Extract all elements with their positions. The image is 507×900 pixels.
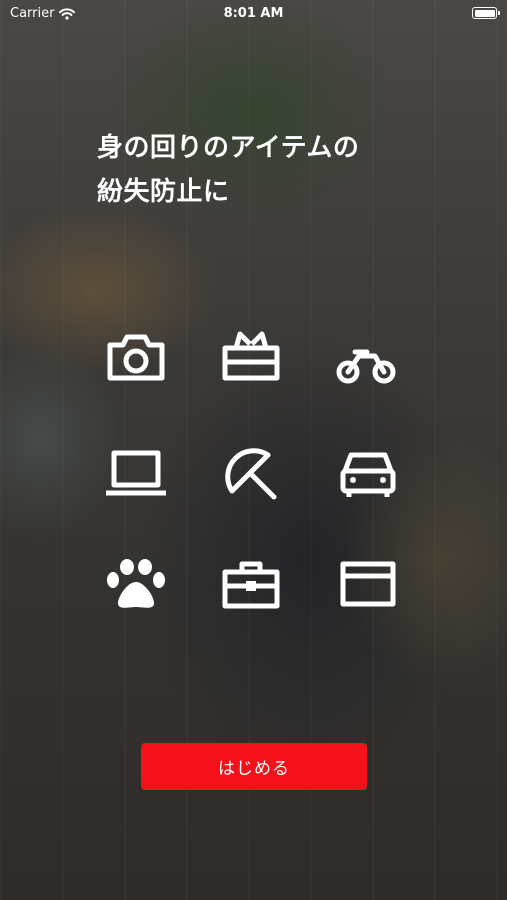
battery-icon xyxy=(472,7,500,19)
car-icon xyxy=(337,447,399,501)
headline-line-2: 紛失防止に xyxy=(97,177,230,207)
status-bar: Carrier 8:01 AM xyxy=(0,0,507,28)
briefcase-icon xyxy=(220,558,282,612)
camera-icon xyxy=(105,330,167,384)
paw-icon xyxy=(105,558,167,612)
laptop-icon xyxy=(105,447,167,501)
card-icon xyxy=(337,558,399,612)
gift-icon xyxy=(220,330,282,384)
umbrella-icon xyxy=(222,447,284,501)
start-button[interactable]: はじめる xyxy=(141,743,367,790)
clock: 8:01 AM xyxy=(223,6,284,21)
bicycle-icon xyxy=(335,338,397,392)
headline: 身の回りのアイテムの 紛失防止に xyxy=(97,126,359,214)
headline-line-1: 身の回りのアイテムの xyxy=(97,133,360,163)
